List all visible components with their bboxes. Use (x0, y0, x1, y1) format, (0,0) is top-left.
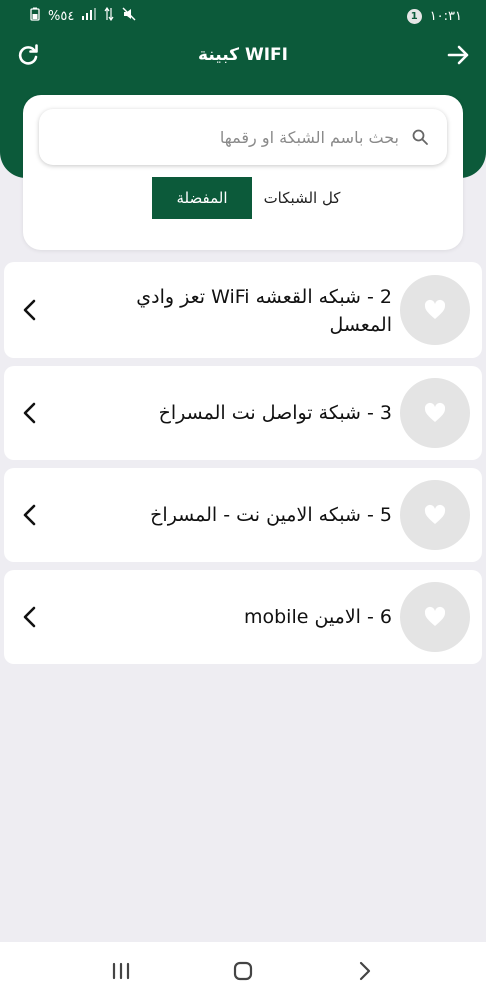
refresh-icon (18, 44, 38, 65)
status-icons-right: 1 ١٠:٣١ (406, 8, 462, 24)
network-title: 6 - الامين mobile (243, 606, 392, 628)
chevron-right-icon (359, 961, 371, 981)
recents-button[interactable] (106, 956, 136, 986)
favorite-toggle[interactable] (400, 480, 470, 550)
tab-favorites[interactable]: المفضلة (152, 177, 252, 219)
list-item[interactable]: 2 - شبكه القعشه WiFi تعز وادي المعسل (4, 262, 482, 358)
favorite-toggle[interactable] (400, 378, 470, 448)
back-button[interactable] (444, 41, 472, 69)
chevron-left-icon (23, 402, 36, 424)
favorite-toggle[interactable] (400, 582, 470, 652)
back-nav-button[interactable] (350, 956, 380, 986)
chevron-left-icon (23, 299, 36, 321)
tab-all-networks[interactable]: كل الشبكات (252, 177, 352, 219)
search-box[interactable] (39, 109, 447, 165)
status-icons-left: %٥٤ (30, 6, 136, 25)
refresh-button[interactable] (14, 41, 42, 69)
favorite-toggle[interactable] (400, 275, 470, 345)
network-title: 3 - شبكة تواصل نت المسراخ (158, 402, 392, 424)
system-nav-bar (0, 942, 486, 1000)
search-input[interactable] (59, 127, 399, 147)
heart-icon (424, 504, 446, 524)
battery-icon (30, 7, 40, 25)
network-title: 2 - شبكه القعشه WiFi تعز وادي المعسل (136, 286, 392, 336)
mute-icon (122, 7, 136, 25)
filter-tabs: كل الشبكات المفضلة (128, 177, 352, 219)
heart-icon (424, 299, 446, 319)
battery-level: %٥٤ (48, 8, 75, 24)
heart-icon (424, 402, 446, 422)
search-card: كل الشبكات المفضلة (23, 95, 463, 250)
arrow-right-icon (447, 45, 469, 65)
home-icon (233, 961, 253, 981)
network-title: 5 - شبكه الامين نت - المسراخ (150, 504, 392, 526)
recents-icon (112, 962, 130, 980)
clock: ١٠:٣١ (429, 8, 462, 24)
search-icon (412, 129, 428, 145)
heart-icon (424, 606, 446, 626)
page-title: كبينة WIFI (198, 45, 288, 65)
home-button[interactable] (228, 956, 258, 986)
signal-icon (82, 8, 97, 24)
app-bar: كبينة WIFI (0, 32, 486, 78)
notification-badge: 1 (406, 8, 422, 24)
status-bar: %٥٤ 1 ١٠:٣١ (0, 0, 486, 32)
chevron-left-icon (23, 504, 36, 526)
list-item[interactable]: 3 - شبكة تواصل نت المسراخ (4, 366, 482, 460)
list-item[interactable]: 6 - الامين mobile (4, 570, 482, 664)
chevron-left-icon (23, 606, 36, 628)
data-icon (104, 6, 114, 25)
list-item[interactable]: 5 - شبكه الامين نت - المسراخ (4, 468, 482, 562)
